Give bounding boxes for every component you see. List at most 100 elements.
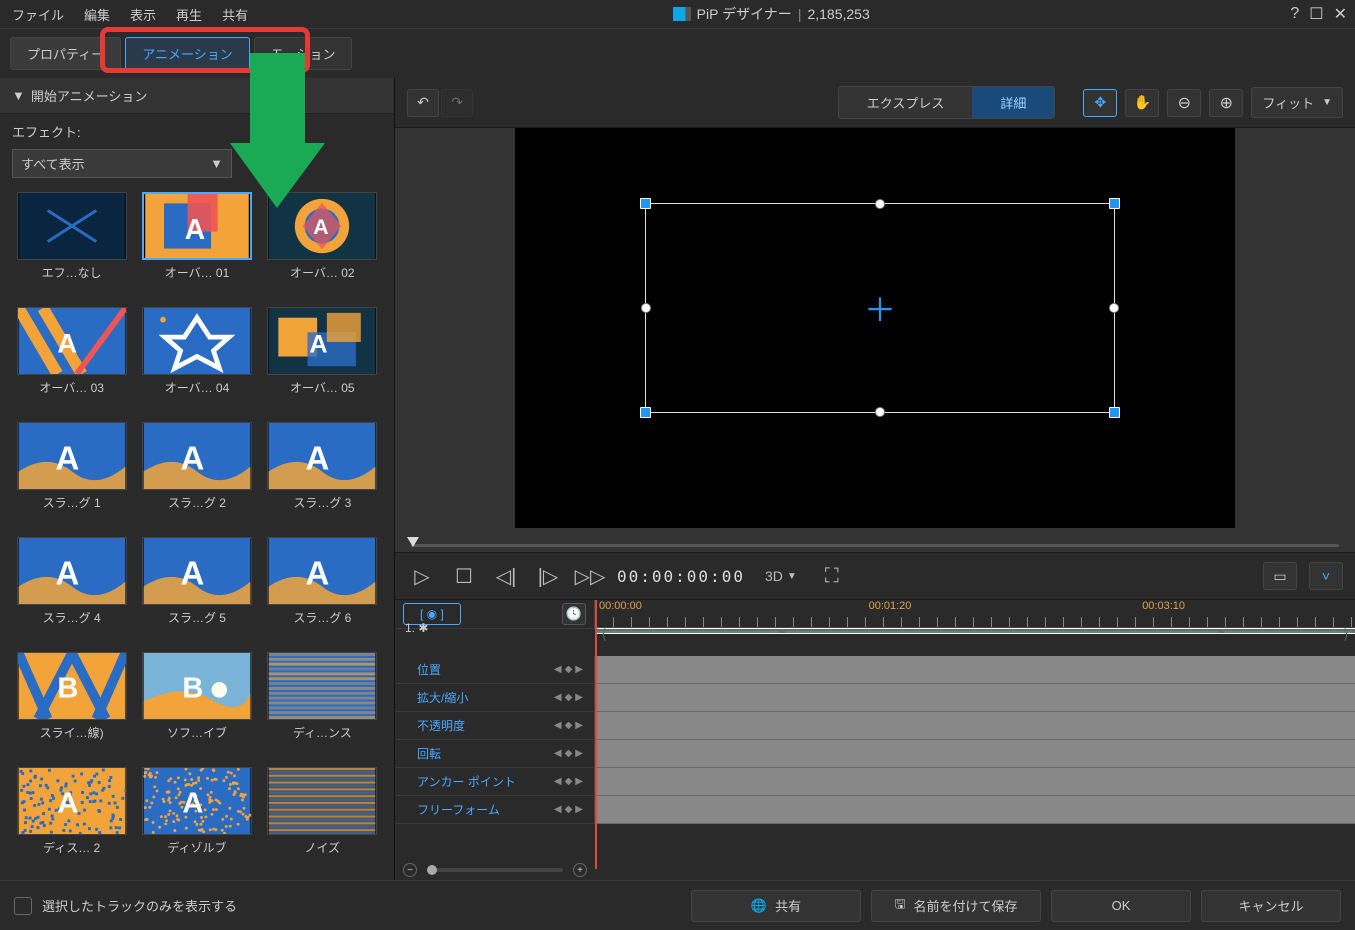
track-body[interactable] [595,656,1355,684]
tab-animation[interactable]: アニメーション [125,37,249,70]
effect-thumb[interactable]: Aスラ…グ 3 [263,422,382,529]
view-mode-detail[interactable]: 詳細 [972,87,1054,118]
timeline-zoom-slider[interactable] [427,868,563,872]
prev-keyframe[interactable]: ◀ [553,664,563,675]
effect-thumb[interactable]: Aスラ…グ 6 [263,537,382,644]
fullscreen-button[interactable]: ⛶ [817,561,847,591]
prev-keyframe[interactable]: ◀ [553,804,563,815]
effect-thumb[interactable]: エフ…なし [12,192,131,299]
effect-thumb[interactable]: Aオーバ… 01 [137,192,256,299]
next-keyframe[interactable]: ▶ [574,664,584,675]
track-body[interactable] [595,740,1355,768]
3d-toggle[interactable]: 3D▼ [757,564,805,588]
track-body[interactable] [595,768,1355,796]
effect-thumb[interactable]: Aディス… 2 [12,767,131,874]
menu-view[interactable]: 表示 [126,3,160,26]
menu-playback[interactable]: 再生 [172,3,206,26]
timeline-scrollbar[interactable] [595,860,1355,880]
prev-keyframe[interactable]: ◀ [553,748,563,759]
scrub-bar[interactable] [395,528,1355,552]
prev-frame-button[interactable]: ◁| [491,561,521,591]
effect-thumb[interactable]: Aスラ…グ 1 [12,422,131,529]
track-header[interactable]: 回転 ◀ ◆ ▶ [395,740,595,768]
duration-button[interactable]: 🕓 [562,603,586,625]
scrub-head[interactable] [407,537,419,547]
close-button[interactable]: ✕ [1334,4,1347,24]
effect-thumb[interactable]: Aスラ…グ 2 [137,422,256,529]
maximize-button[interactable]: ☐ [1309,4,1323,24]
effect-thumb[interactable]: Aオーバ… 02 [263,192,382,299]
menu-file[interactable]: ファイル [8,3,68,26]
undo-button[interactable]: ↶ [407,89,439,117]
effect-thumb[interactable]: Aオーバ… 03 [12,307,131,414]
timeline-ruler[interactable]: 00:00:00 00:01:20 00:03:10 [595,600,1355,628]
track-header[interactable]: 拡大/縮小 ◀ ◆ ▶ [395,684,595,712]
transform-box[interactable]: ＋ [645,203,1115,413]
effect-thumb[interactable]: Bスライ…線) [12,652,131,759]
add-keyframe[interactable]: ◆ [564,776,574,787]
track-header-main[interactable]: 1. ✱ [395,628,595,629]
view-mode-express[interactable]: エクスプレス [839,87,973,118]
add-keyframe[interactable]: ◆ [564,692,574,703]
track-header[interactable]: 不透明度 ◀ ◆ ▶ [395,712,595,740]
next-keyframe[interactable]: ▶ [574,692,584,703]
fast-forward-button[interactable]: ▷▷ [575,561,605,591]
next-keyframe[interactable]: ▶ [574,720,584,731]
prev-keyframe[interactable]: ◀ [553,720,563,731]
help-button[interactable]: ? [1290,5,1299,23]
add-keyframe[interactable]: ◆ [564,720,574,731]
effect-thumb[interactable]: ノイズ [263,767,382,874]
menu-edit[interactable]: 編集 [80,3,114,26]
timeline-clip-2[interactable] [785,631,1218,633]
timeline-clip-1[interactable]: ⟨ [597,631,779,633]
effect-thumb[interactable]: Aオーバ… 05 [263,307,382,414]
share-button[interactable]: 🌐 共有 [691,890,861,922]
timeline-zoom-out[interactable]: − [403,863,417,877]
zoom-in-button[interactable]: ⊕ [1209,89,1243,117]
effect-filter-dropdown[interactable]: すべて表示 ▼ [12,149,232,178]
effect-thumb[interactable]: Aディゾルブ [137,767,256,874]
redo-button[interactable]: ↷ [441,89,473,117]
play-button[interactable]: ▷ [407,561,437,591]
timeline-zoom-in[interactable]: + [573,863,587,877]
add-keyframe[interactable]: ◆ [564,748,574,759]
stop-button[interactable]: ☐ [449,561,479,591]
safe-zone-button[interactable]: ▭ [1263,562,1297,590]
tab-motion[interactable]: モーション [254,37,353,70]
track-body-main[interactable]: ⟨ ⟩ [595,628,1355,634]
track-header[interactable]: アンカー ポイント ◀ ◆ ▶ [395,768,595,796]
timeline-clip-3[interactable]: ⟩ [1224,631,1353,633]
ok-button[interactable]: OK [1051,890,1191,922]
section-start-animation[interactable]: ▼ 開始アニメーション [0,78,394,114]
collapse-timeline-button[interactable]: ˅ [1309,562,1343,590]
menu-share[interactable]: 共有 [218,3,252,26]
move-tool[interactable]: ✥ [1083,89,1117,117]
next-keyframe[interactable]: ▶ [574,776,584,787]
zoom-fit-dropdown[interactable]: フィット▼ [1251,87,1343,118]
track-header[interactable]: フリーフォーム ◀ ◆ ▶ [395,796,595,824]
track-body[interactable] [595,712,1355,740]
add-keyframe[interactable]: ◆ [564,664,574,675]
effect-thumb[interactable]: Aスラ…グ 5 [137,537,256,644]
track-body[interactable] [595,796,1355,824]
effect-thumb[interactable]: Bソフ…イブ [137,652,256,759]
save-as-button[interactable]: 🖫 名前を付けて保存 [871,890,1041,922]
effect-thumb[interactable]: ディ…ンス [263,652,382,759]
effect-thumb[interactable]: Aスラ…グ 4 [12,537,131,644]
cancel-button[interactable]: キャンセル [1201,890,1341,922]
zoom-out-button[interactable]: ⊖ [1167,89,1201,117]
next-keyframe[interactable]: ▶ [574,748,584,759]
track-body[interactable] [595,684,1355,712]
track-header[interactable]: 位置 ◀ ◆ ▶ [395,656,595,684]
add-keyframe[interactable]: ◆ [564,804,574,815]
pan-tool[interactable]: ✋ [1125,89,1159,117]
tab-properties[interactable]: プロパティー [10,37,121,70]
next-frame-button[interactable]: |▷ [533,561,563,591]
show-selected-only-checkbox[interactable] [14,897,32,915]
preview-canvas[interactable]: ＋ [395,128,1355,528]
timeline-playhead[interactable] [595,600,597,869]
next-keyframe[interactable]: ▶ [574,804,584,815]
prev-keyframe[interactable]: ◀ [553,776,563,787]
effect-thumb[interactable]: オーバ… 04 [137,307,256,414]
prev-keyframe[interactable]: ◀ [553,692,563,703]
